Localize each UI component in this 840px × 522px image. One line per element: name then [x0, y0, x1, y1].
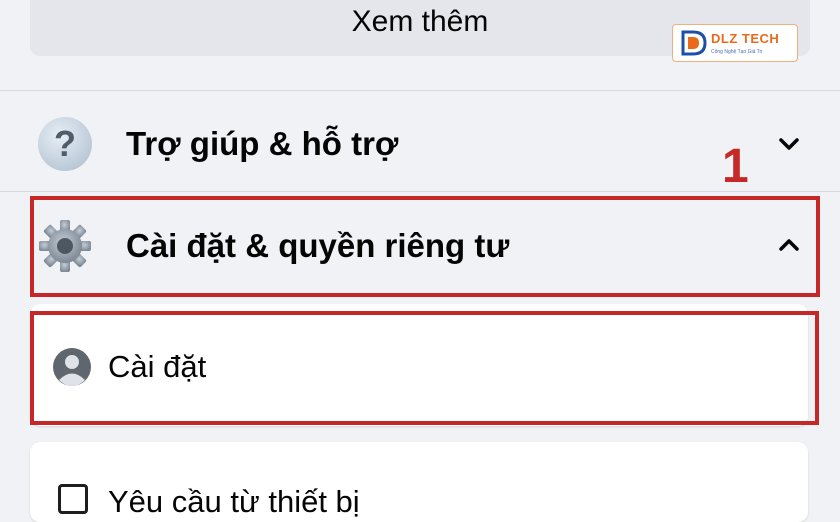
dlz-tech-watermark: DLZ TECH Công Nghệ Tạo Giá Trị: [672, 24, 798, 62]
device-requests-label: Yêu cầu từ thiết bị: [108, 484, 360, 519]
watermark-tagline: Công Nghệ Tạo Giá Trị: [711, 49, 763, 55]
divider: [0, 90, 840, 91]
menu-item-help-support[interactable]: ? Trợ giúp & hỗ trợ: [0, 106, 840, 182]
dlz-logo-icon: [681, 30, 707, 56]
see-more-label: Xem thêm: [351, 5, 489, 38]
help-support-label: Trợ giúp & hỗ trợ: [126, 125, 399, 162]
question-circle-icon: ?: [38, 117, 92, 171]
chevron-down-icon[interactable]: [778, 133, 800, 155]
watermark-brand: DLZ TECH: [711, 31, 780, 46]
highlight-box-step-1: [30, 196, 820, 297]
device-icon: [58, 484, 88, 514]
step-1-label: 1: [722, 140, 749, 193]
highlight-box-step-2: [30, 311, 819, 425]
divider: [0, 191, 840, 192]
